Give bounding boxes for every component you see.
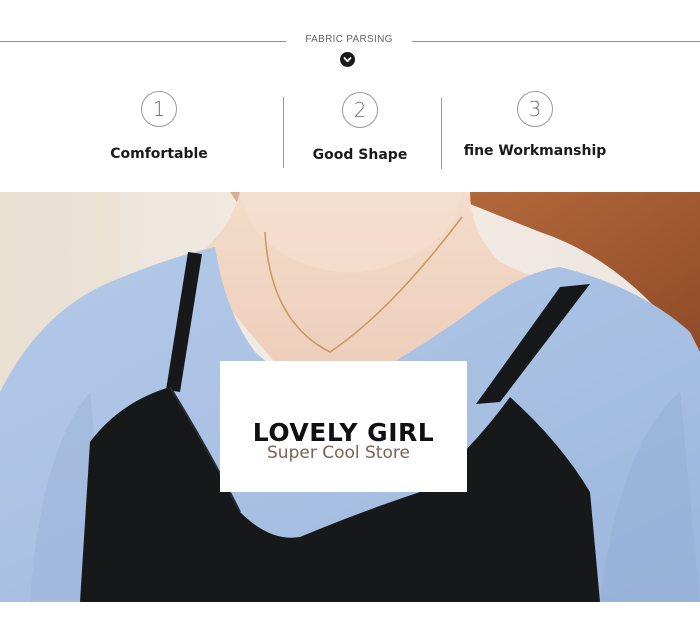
feature-comfortable: 1 Comfortable — [95, 91, 223, 162]
feature-good-shape: 2 Good Shape — [298, 92, 422, 163]
feature-number-badge: 1 — [141, 91, 177, 127]
feature-separator — [441, 98, 442, 169]
section-title: FABRIC PARSING — [305, 34, 393, 45]
divider-line-right — [412, 41, 700, 42]
brand-subtitle: Super Cool Store — [267, 443, 410, 463]
feature-label: fine Workmanship — [463, 143, 607, 159]
feature-number-badge: 2 — [342, 92, 378, 128]
feature-separator — [283, 97, 284, 168]
feature-label: Good Shape — [312, 147, 408, 163]
divider-line-left — [0, 41, 286, 42]
brand-banner: LOVELY GIRL Super Cool Store — [220, 361, 467, 492]
chevron-down-icon[interactable] — [340, 52, 355, 67]
feature-fine-workmanship: 3 fine Workmanship — [458, 91, 612, 159]
feature-number-badge: 3 — [517, 91, 553, 127]
feature-label: Comfortable — [110, 146, 208, 162]
